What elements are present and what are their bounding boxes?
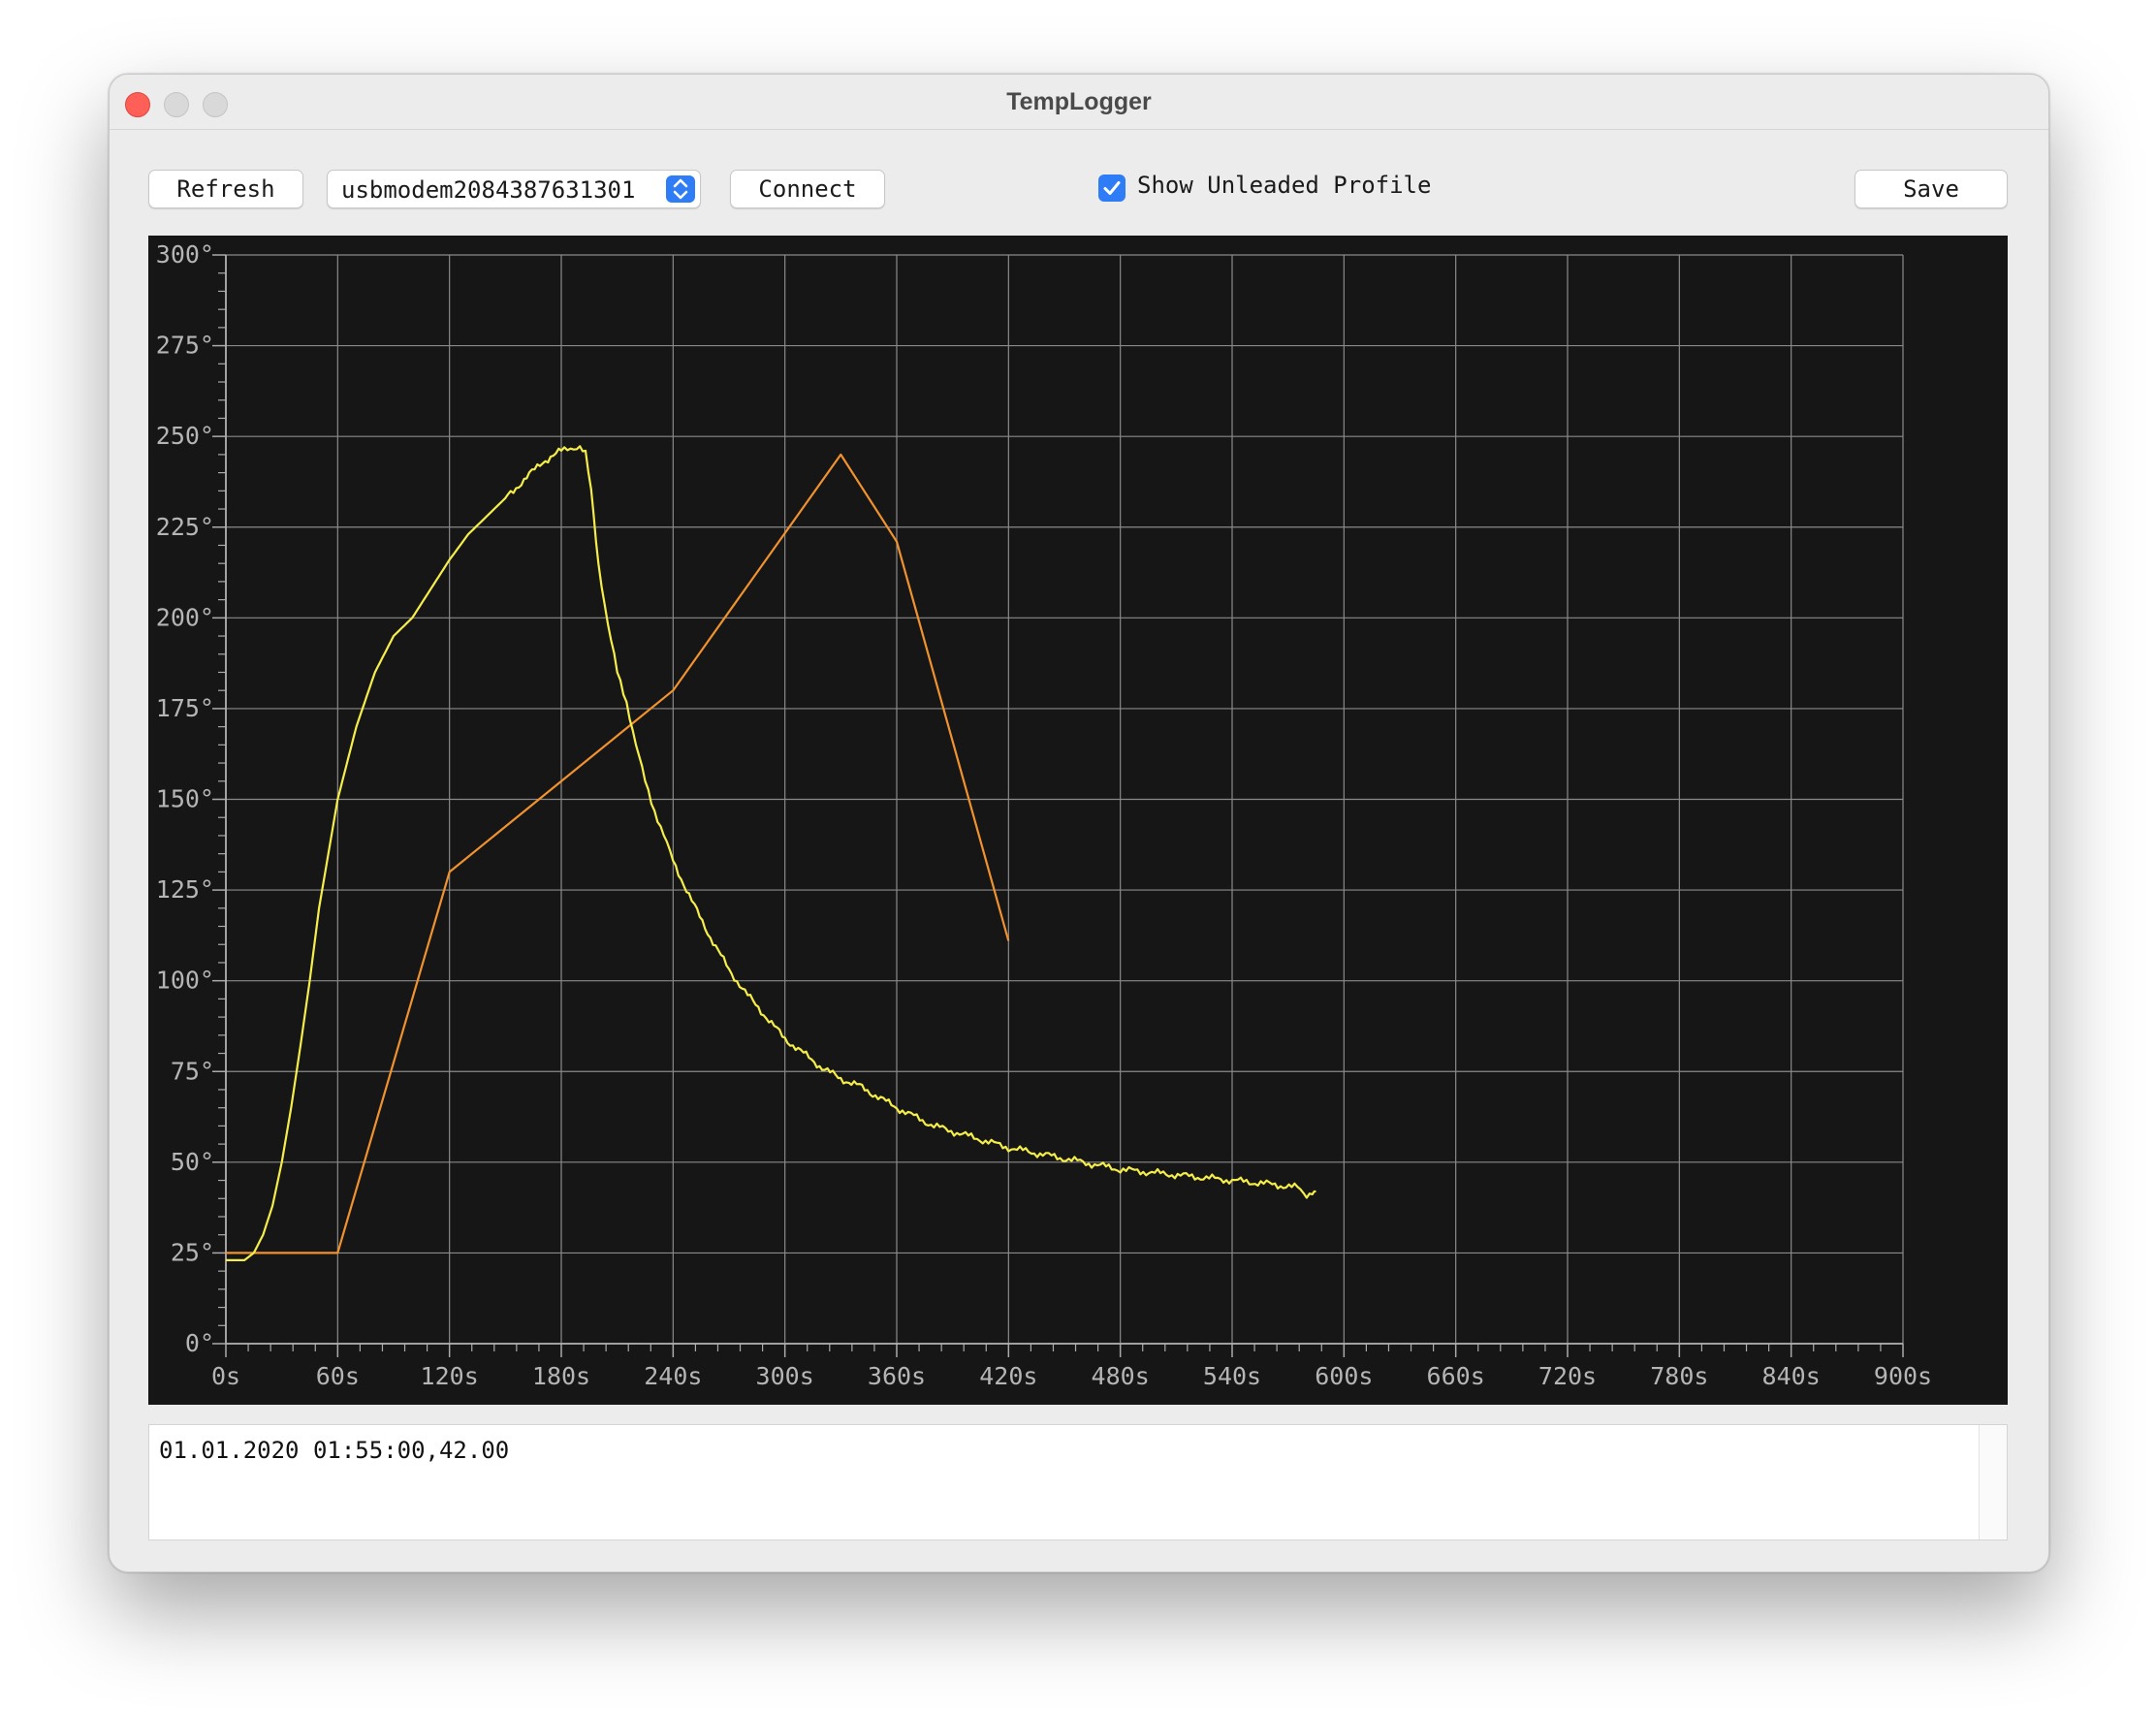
x-tick-label: 900s: [1874, 1362, 1932, 1390]
window-title: TempLogger: [1006, 88, 1152, 115]
y-tick-label: 50°: [171, 1148, 214, 1176]
temperature-chart: 0s 60s 120s 180s 240s 300s 360s 420s 480s 540s 600…: [148, 236, 2008, 1405]
y-tick-label: 125°: [156, 875, 214, 904]
refresh-button[interactable]: Refresh: [148, 170, 303, 208]
x-tick-label: 840s: [1762, 1362, 1821, 1390]
x-tick-label: 540s: [1203, 1362, 1261, 1390]
profile-series-line: [226, 453, 1010, 1254]
y-tick-label: 275°: [156, 332, 214, 360]
y-tick-label: 75°: [171, 1057, 214, 1085]
y-tick-label: 100°: [156, 967, 214, 995]
y-tick-label: 0°: [185, 1329, 214, 1357]
x-tick-label: 300s: [756, 1362, 814, 1390]
save-button[interactable]: Save: [1855, 170, 2008, 208]
port-select-value: usbmodem2084387631301: [341, 176, 636, 204]
x-tick-label: 240s: [644, 1362, 702, 1390]
y-tick-label: 175°: [156, 694, 214, 722]
y-tick-label: 300°: [156, 240, 214, 269]
app-window: TempLogger Refresh usbmodem2084387631301…: [109, 74, 2049, 1572]
log-scrollbar[interactable]: [1979, 1425, 2007, 1539]
x-tick-label: 480s: [1092, 1362, 1150, 1390]
x-tick-label: 600s: [1315, 1362, 1373, 1390]
log-text: 01.01.2020 01:55:00,42.00: [159, 1437, 510, 1464]
x-tick-label: 360s: [868, 1362, 926, 1390]
x-tick-label: 120s: [421, 1362, 479, 1390]
x-tick-label: 60s: [316, 1362, 360, 1390]
x-tick-label: 780s: [1650, 1362, 1708, 1390]
show-profile-label[interactable]: Show Unleaded Profile: [1137, 172, 1431, 199]
chart-svg: 0s 60s 120s 180s 240s 300s 360s 420s 480s 540s 600…: [156, 240, 1932, 1390]
connect-button[interactable]: Connect: [730, 170, 885, 208]
title-bar[interactable]: TempLogger: [110, 75, 2048, 130]
updown-chevron-icon: [666, 175, 695, 203]
port-select[interactable]: usbmodem2084387631301: [327, 170, 701, 208]
y-tick-label: 150°: [156, 785, 214, 813]
y-tick-label: 200°: [156, 603, 214, 631]
y-tick-label: 225°: [156, 513, 214, 541]
x-tick-label: 180s: [532, 1362, 590, 1390]
x-tick-label: 660s: [1427, 1362, 1485, 1390]
y-tick-label: 250°: [156, 422, 214, 450]
x-tick-label: 0s: [211, 1362, 240, 1390]
show-profile-checkbox[interactable]: [1098, 175, 1126, 202]
checkmark-icon: [1103, 181, 1121, 195]
y-tick-label: 25°: [171, 1238, 214, 1266]
x-tick-label: 420s: [979, 1362, 1037, 1390]
x-tick-label: 720s: [1538, 1362, 1597, 1390]
log-output[interactable]: 01.01.2020 01:55:00,42.00: [148, 1424, 2008, 1540]
temperature-series-line: [226, 445, 1316, 1261]
